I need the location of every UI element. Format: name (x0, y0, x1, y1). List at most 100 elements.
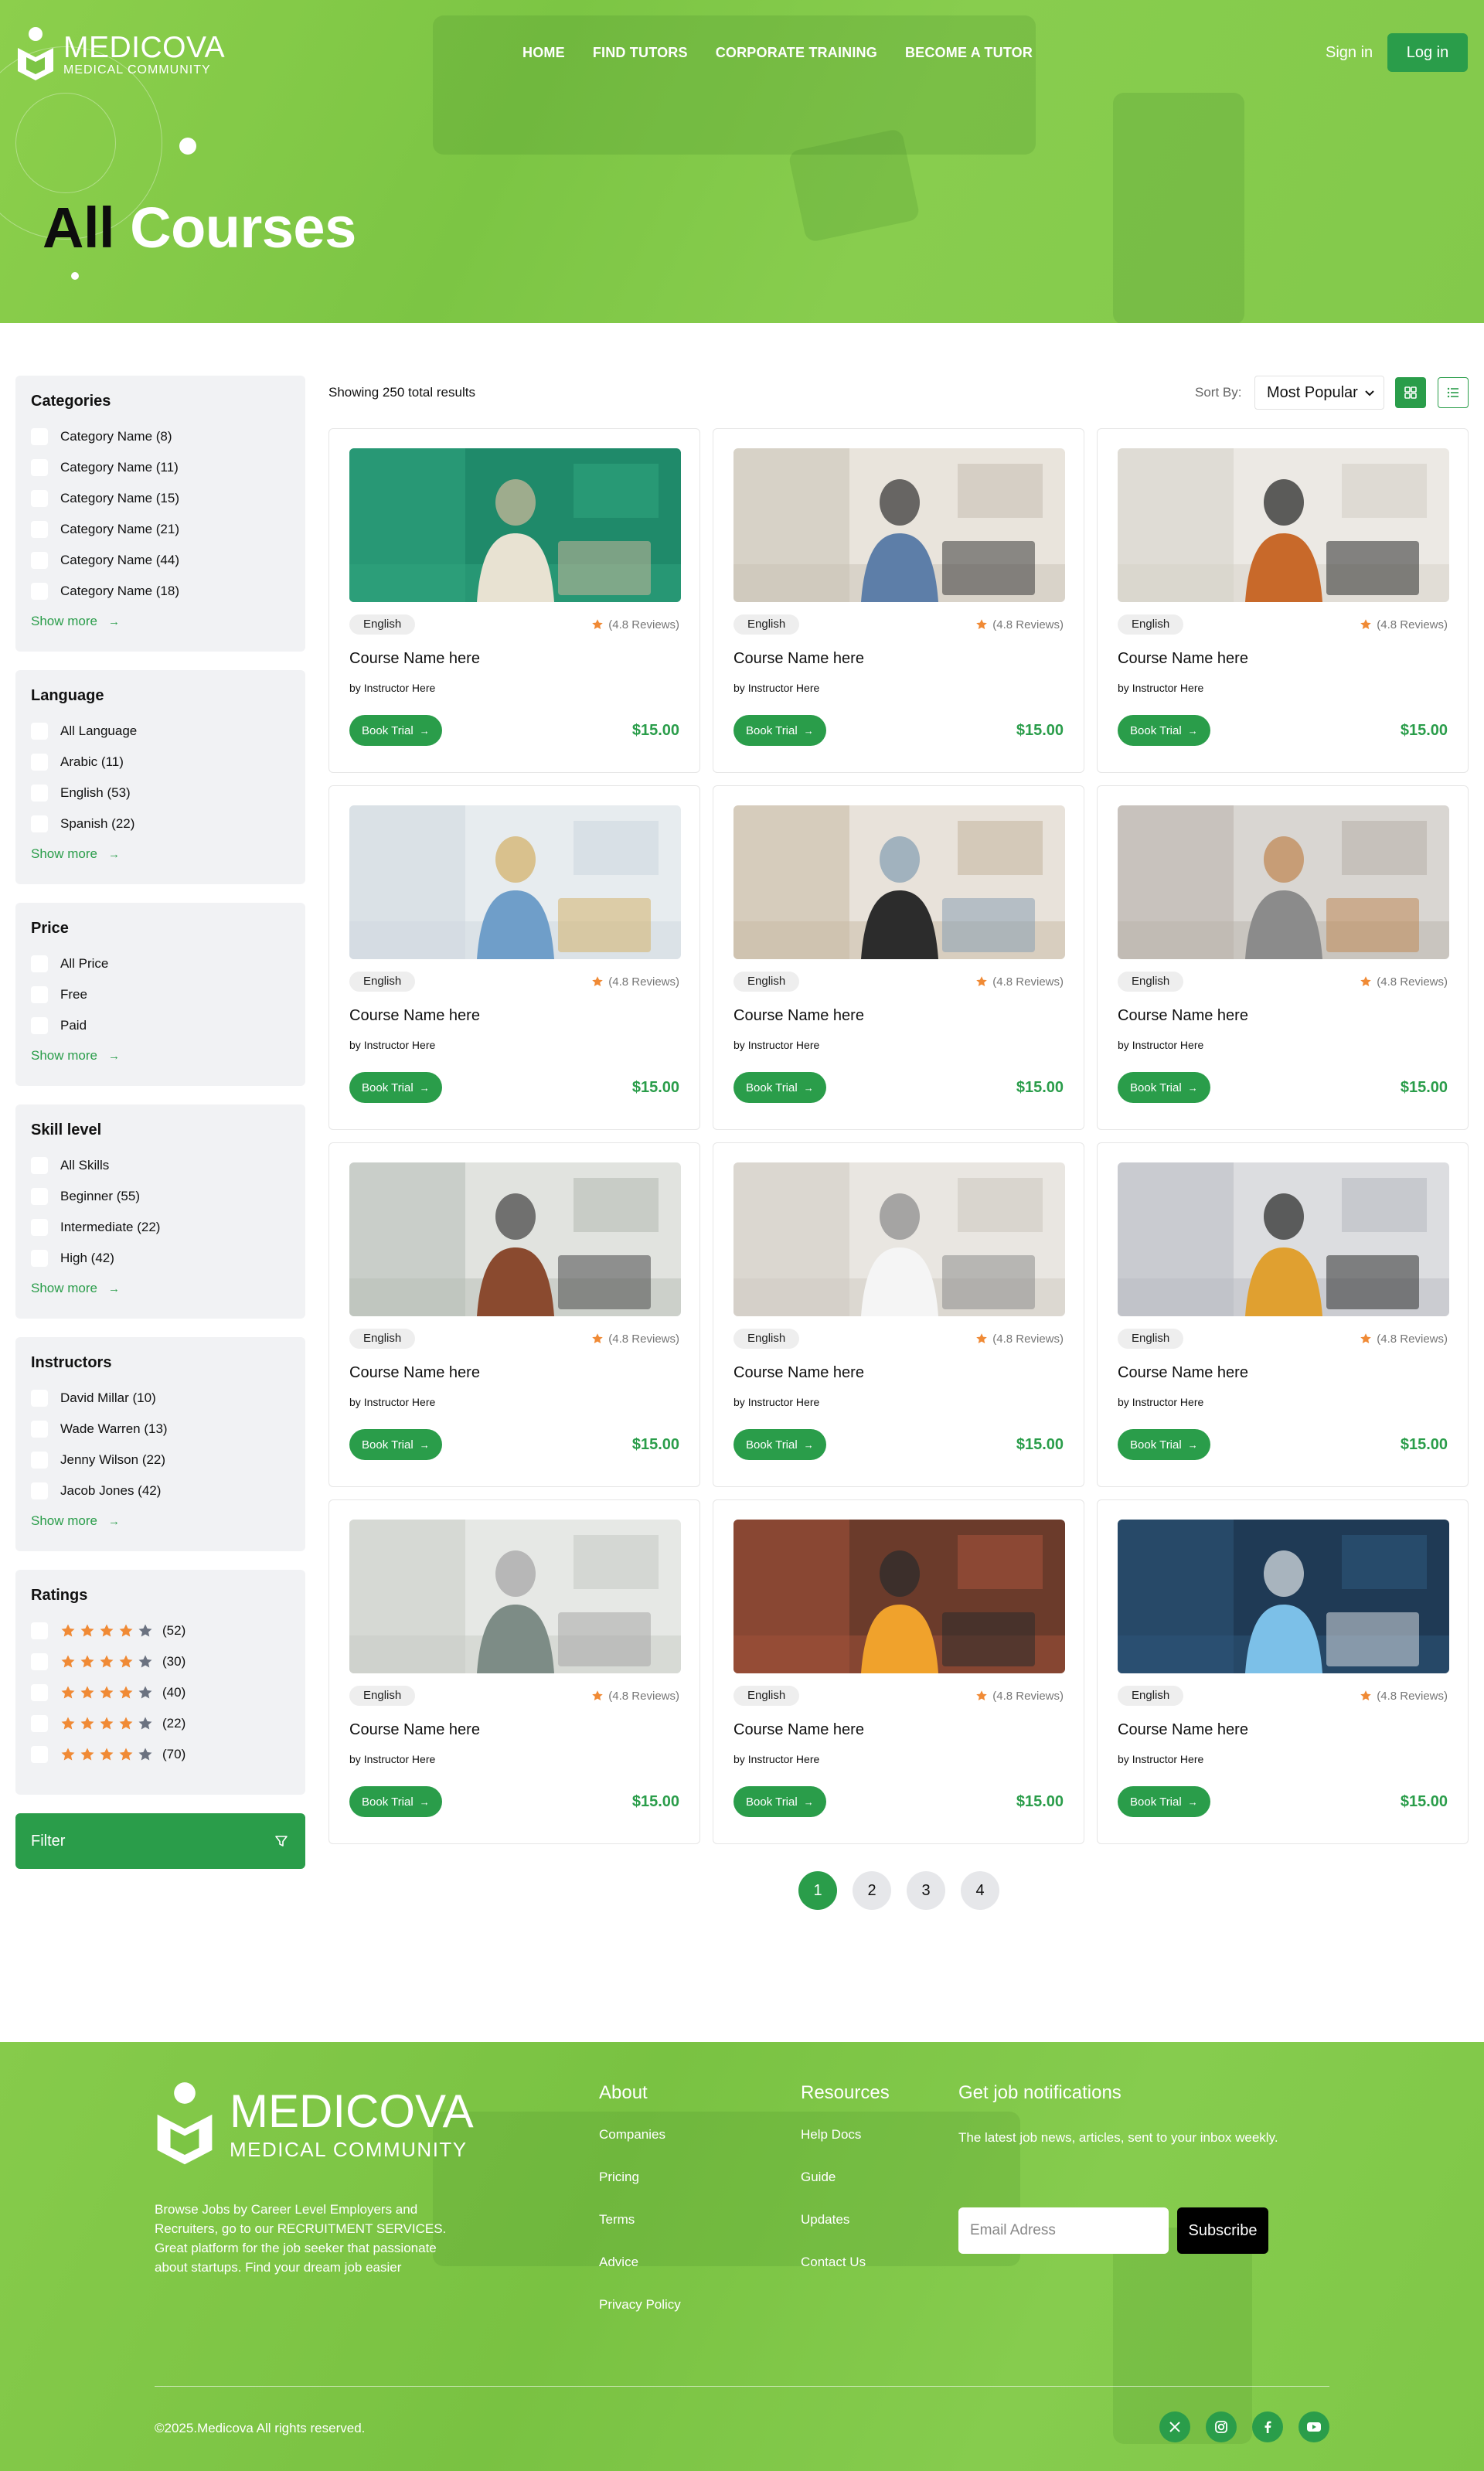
filter-option[interactable]: Free (31, 979, 290, 1010)
grid-view-button[interactable] (1395, 377, 1426, 408)
checkbox[interactable] (31, 1746, 48, 1763)
checkbox[interactable] (31, 1390, 48, 1407)
show-more-link[interactable]: Show more → (31, 607, 290, 636)
filter-option[interactable]: All Language (31, 716, 290, 747)
checkbox[interactable] (31, 1421, 48, 1438)
footer-link-privacy-policy[interactable]: Privacy Policy (599, 2297, 681, 2340)
brand-logo[interactable]: MEDICOVA MEDICAL COMMUNITY (15, 26, 225, 82)
course-card[interactable]: English (4.8 Reviews) Course Name here by I… (713, 428, 1084, 773)
course-card[interactable]: English (4.8 Reviews) Course Name here by I… (1097, 1142, 1469, 1487)
checkbox[interactable] (31, 1157, 48, 1174)
book-trial-button[interactable]: Book Trial → (349, 715, 442, 746)
course-card[interactable]: English (4.8 Reviews) Course Name here by I… (1097, 428, 1469, 773)
checkbox[interactable] (31, 986, 48, 1003)
rating-option[interactable]: (70) (31, 1739, 290, 1770)
page-button[interactable]: 1 (798, 1871, 837, 1910)
checkbox[interactable] (31, 1622, 48, 1639)
email-input[interactable]: Email Adress (958, 2207, 1169, 2254)
course-image[interactable] (733, 1162, 1065, 1316)
course-title[interactable]: Course Name here (733, 1721, 1064, 1739)
checkbox[interactable] (31, 955, 48, 972)
course-image[interactable] (1118, 1162, 1449, 1316)
course-card[interactable]: English (4.8 Reviews) Course Name here by I… (713, 1499, 1084, 1844)
course-title[interactable]: Course Name here (349, 1364, 679, 1382)
book-trial-button[interactable]: Book Trial → (349, 1429, 442, 1460)
checkbox[interactable] (31, 1684, 48, 1701)
course-image[interactable] (349, 1520, 681, 1673)
course-title[interactable]: Course Name here (1118, 650, 1448, 668)
filter-option[interactable]: David Millar (10) (31, 1383, 290, 1414)
course-title[interactable]: Course Name here (733, 1364, 1064, 1382)
subscribe-button[interactable]: Subscribe (1177, 2207, 1268, 2254)
checkbox[interactable] (31, 1482, 48, 1499)
instructor-name[interactable]: Instructor Here (364, 1396, 436, 1408)
course-image[interactable] (1118, 805, 1449, 959)
filter-option[interactable]: Arabic (11) (31, 747, 290, 778)
instructor-name[interactable]: Instructor Here (748, 1396, 820, 1408)
checkbox[interactable] (31, 815, 48, 832)
list-view-button[interactable] (1438, 377, 1469, 408)
filter-option[interactable]: Jenny Wilson (22) (31, 1445, 290, 1475)
show-more-link[interactable]: Show more → (31, 1041, 290, 1070)
rating-option[interactable]: (22) (31, 1708, 290, 1739)
book-trial-button[interactable]: Book Trial → (733, 715, 826, 746)
checkbox[interactable] (31, 1452, 48, 1469)
instructor-name[interactable]: Instructor Here (748, 1753, 820, 1765)
course-card[interactable]: English (4.8 Reviews) Course Name here by I… (328, 785, 700, 1130)
filter-option[interactable]: Spanish (22) (31, 808, 290, 839)
show-more-link[interactable]: Show more → (31, 1506, 290, 1536)
filter-option[interactable]: High (42) (31, 1243, 290, 1274)
book-trial-button[interactable]: Book Trial → (349, 1786, 442, 1817)
course-title[interactable]: Course Name here (349, 650, 679, 668)
checkbox[interactable] (31, 521, 48, 538)
checkbox[interactable] (31, 1188, 48, 1205)
filter-button[interactable]: Filter (15, 1813, 305, 1869)
course-card[interactable]: English (4.8 Reviews) Course Name here by I… (328, 1499, 700, 1844)
footer-logo[interactable]: MEDICOVA MEDICAL COMMUNITY (154, 2081, 474, 2167)
footer-link-help-docs[interactable]: Help Docs (801, 2127, 890, 2170)
course-title[interactable]: Course Name here (1118, 1721, 1448, 1739)
course-card[interactable]: English (4.8 Reviews) Course Name here by I… (328, 428, 700, 773)
instructor-name[interactable]: Instructor Here (1132, 1396, 1204, 1408)
filter-option[interactable]: Category Name (21) (31, 514, 290, 545)
course-image[interactable] (733, 448, 1065, 602)
footer-link-terms[interactable]: Terms (599, 2212, 681, 2255)
checkbox[interactable] (31, 428, 48, 445)
rating-option[interactable]: (40) (31, 1677, 290, 1708)
show-more-link[interactable]: Show more → (31, 839, 290, 869)
book-trial-button[interactable]: Book Trial → (733, 1429, 826, 1460)
course-image[interactable] (1118, 448, 1449, 602)
page-button[interactable]: 3 (907, 1871, 945, 1910)
book-trial-button[interactable]: Book Trial → (733, 1072, 826, 1103)
footer-link-companies[interactable]: Companies (599, 2127, 681, 2170)
filter-option[interactable]: Category Name (11) (31, 452, 290, 483)
course-title[interactable]: Course Name here (349, 1007, 679, 1025)
course-title[interactable]: Course Name here (1118, 1007, 1448, 1025)
checkbox[interactable] (31, 490, 48, 507)
show-more-link[interactable]: Show more → (31, 1274, 290, 1303)
course-card[interactable]: English (4.8 Reviews) Course Name here by I… (713, 1142, 1084, 1487)
rating-option[interactable]: (30) (31, 1646, 290, 1677)
filter-option[interactable]: Category Name (8) (31, 421, 290, 452)
footer-link-pricing[interactable]: Pricing (599, 2170, 681, 2212)
course-image[interactable] (733, 1520, 1065, 1673)
course-card[interactable]: English (4.8 Reviews) Course Name here by I… (1097, 1499, 1469, 1844)
facebook-icon[interactable] (1252, 2411, 1283, 2442)
filter-option[interactable]: Paid (31, 1010, 290, 1041)
nav-find-tutors[interactable]: FIND TUTORS (593, 45, 688, 61)
checkbox[interactable] (31, 754, 48, 771)
filter-option[interactable]: Category Name (44) (31, 545, 290, 576)
filter-option[interactable]: Beginner (55) (31, 1181, 290, 1212)
instructor-name[interactable]: Instructor Here (364, 1039, 436, 1051)
filter-option[interactable]: All Skills (31, 1150, 290, 1181)
instagram-icon[interactable] (1206, 2411, 1237, 2442)
instructor-name[interactable]: Instructor Here (1132, 1039, 1204, 1051)
page-button[interactable]: 4 (961, 1871, 999, 1910)
checkbox[interactable] (31, 1250, 48, 1267)
instructor-name[interactable]: Instructor Here (748, 1039, 820, 1051)
log-in-button[interactable]: Log in (1387, 33, 1468, 72)
filter-option[interactable]: Category Name (15) (31, 483, 290, 514)
nav-become-a-tutor[interactable]: BECOME A TUTOR (905, 45, 1033, 61)
filter-option[interactable]: Category Name (18) (31, 576, 290, 607)
footer-link-advice[interactable]: Advice (599, 2255, 681, 2297)
